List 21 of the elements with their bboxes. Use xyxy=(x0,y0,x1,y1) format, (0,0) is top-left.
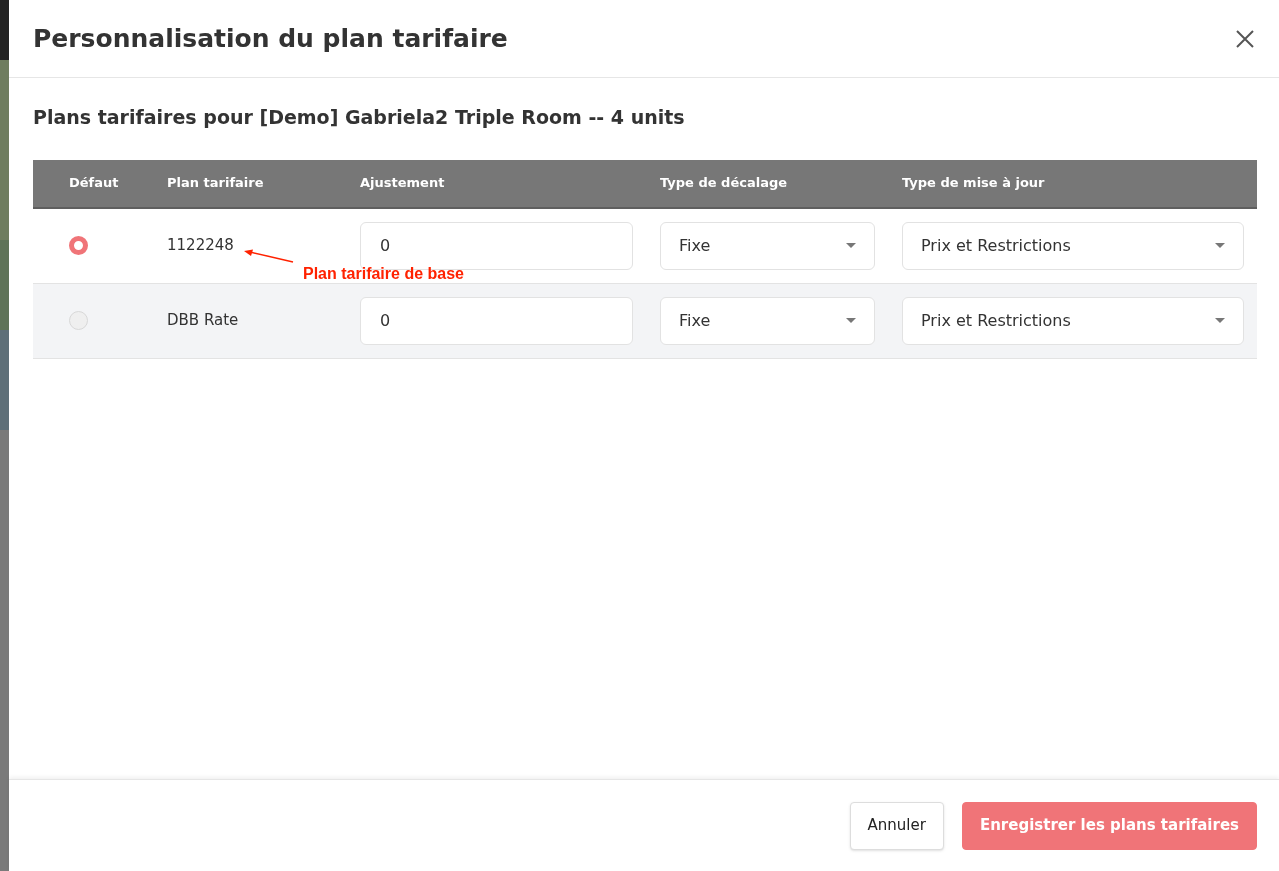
radio-button[interactable] xyxy=(69,236,88,255)
rate-plan-name: DBB Rate xyxy=(167,310,239,332)
caret-icon xyxy=(846,318,856,323)
annotation-arrow xyxy=(243,248,295,264)
column-header: Ajustement xyxy=(360,174,445,193)
column-header: Plan tarifaire xyxy=(167,174,264,193)
caret-icon xyxy=(1215,243,1225,248)
caret-icon xyxy=(1215,318,1225,323)
cancel-button[interactable]: Annuler xyxy=(849,801,944,850)
dropdown[interactable]: Fixe xyxy=(660,221,875,270)
dropdown[interactable]: Prix et Restrictions xyxy=(902,221,1244,270)
column-header: Type de décalage xyxy=(660,174,788,193)
dropdown[interactable]: Fixe xyxy=(660,296,875,345)
dialog-title: Personnalisation du plan tarifaire xyxy=(33,22,508,55)
caret-icon xyxy=(846,243,856,248)
column-header: Défaut xyxy=(68,174,119,193)
column-header: Type de mise à jour xyxy=(902,174,1045,193)
rate-plan-name: 1122248 xyxy=(167,235,234,257)
adjustment-input[interactable]: 0 xyxy=(360,296,633,345)
dialog-subtitle: Plans tarifaires pour [Demo] Gabriela2 Triple Room -- 4 units xyxy=(33,105,686,130)
dropdown[interactable]: Prix et Restrictions xyxy=(902,296,1244,345)
